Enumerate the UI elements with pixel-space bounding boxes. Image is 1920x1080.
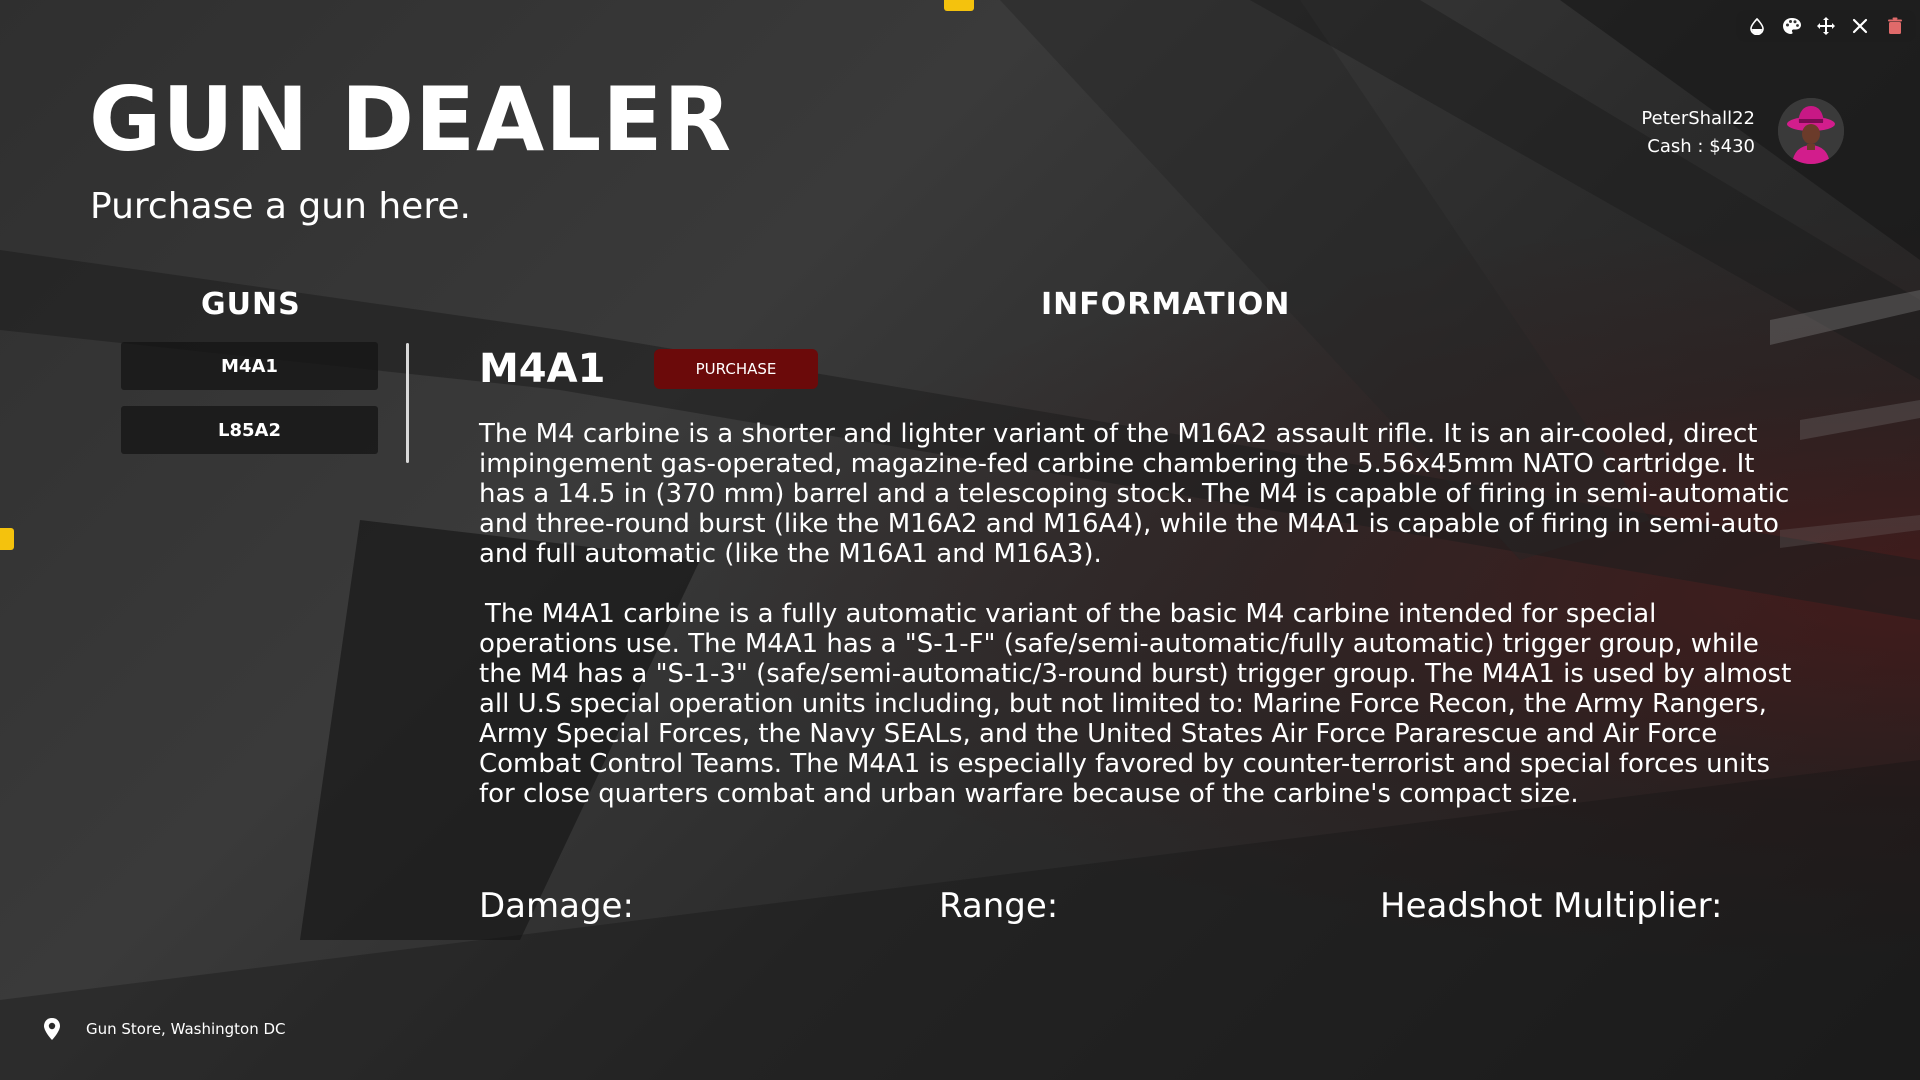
avatar xyxy=(1778,98,1844,164)
window-toolbar xyxy=(1736,10,1916,42)
range-label: Range: xyxy=(939,886,1059,926)
page-subtitle: Purchase a gun here. xyxy=(90,186,471,227)
location-text: Gun Store, Washington DC xyxy=(86,1020,286,1038)
close-icon[interactable] xyxy=(1847,13,1873,39)
guns-heading: GUNS xyxy=(201,287,301,322)
player-info: PeterShall22 Cash : $430 xyxy=(1641,105,1755,161)
player-username: PeterShall22 xyxy=(1641,108,1755,129)
location-pin-icon xyxy=(42,1017,62,1041)
description-paragraph-1: The M4 carbine is a shorter and lighter … xyxy=(479,419,1790,569)
panel-divider xyxy=(406,343,409,463)
purchase-button[interactable]: PURCHASE xyxy=(654,349,818,389)
drop-icon[interactable] xyxy=(1744,13,1770,39)
selected-gun-name: M4A1 xyxy=(479,346,606,392)
palette-icon[interactable] xyxy=(1779,13,1805,39)
headshot-multiplier-label: Headshot Multiplier: xyxy=(1380,886,1723,926)
damage-label: Damage: xyxy=(479,886,634,926)
player-cash: Cash : $430 xyxy=(1647,136,1755,157)
description-paragraph-2: The M4A1 carbine is a fully automatic va… xyxy=(479,599,1792,809)
page-title: GUN DEALER xyxy=(89,68,733,171)
gun-list: M4A1 L85A2 xyxy=(121,342,378,470)
side-tab-marker xyxy=(0,528,14,550)
gun-description: The M4 carbine is a shorter and lighter … xyxy=(479,419,1794,839)
information-heading: INFORMATION xyxy=(1041,287,1291,322)
location-indicator: Gun Store, Washington DC xyxy=(42,1017,286,1041)
top-tab-marker xyxy=(944,0,974,11)
trash-icon[interactable] xyxy=(1882,13,1908,39)
gun-item-m4a1[interactable]: M4A1 xyxy=(121,342,378,390)
move-icon[interactable] xyxy=(1813,13,1839,39)
gun-item-l85a2[interactable]: L85A2 xyxy=(121,406,378,454)
